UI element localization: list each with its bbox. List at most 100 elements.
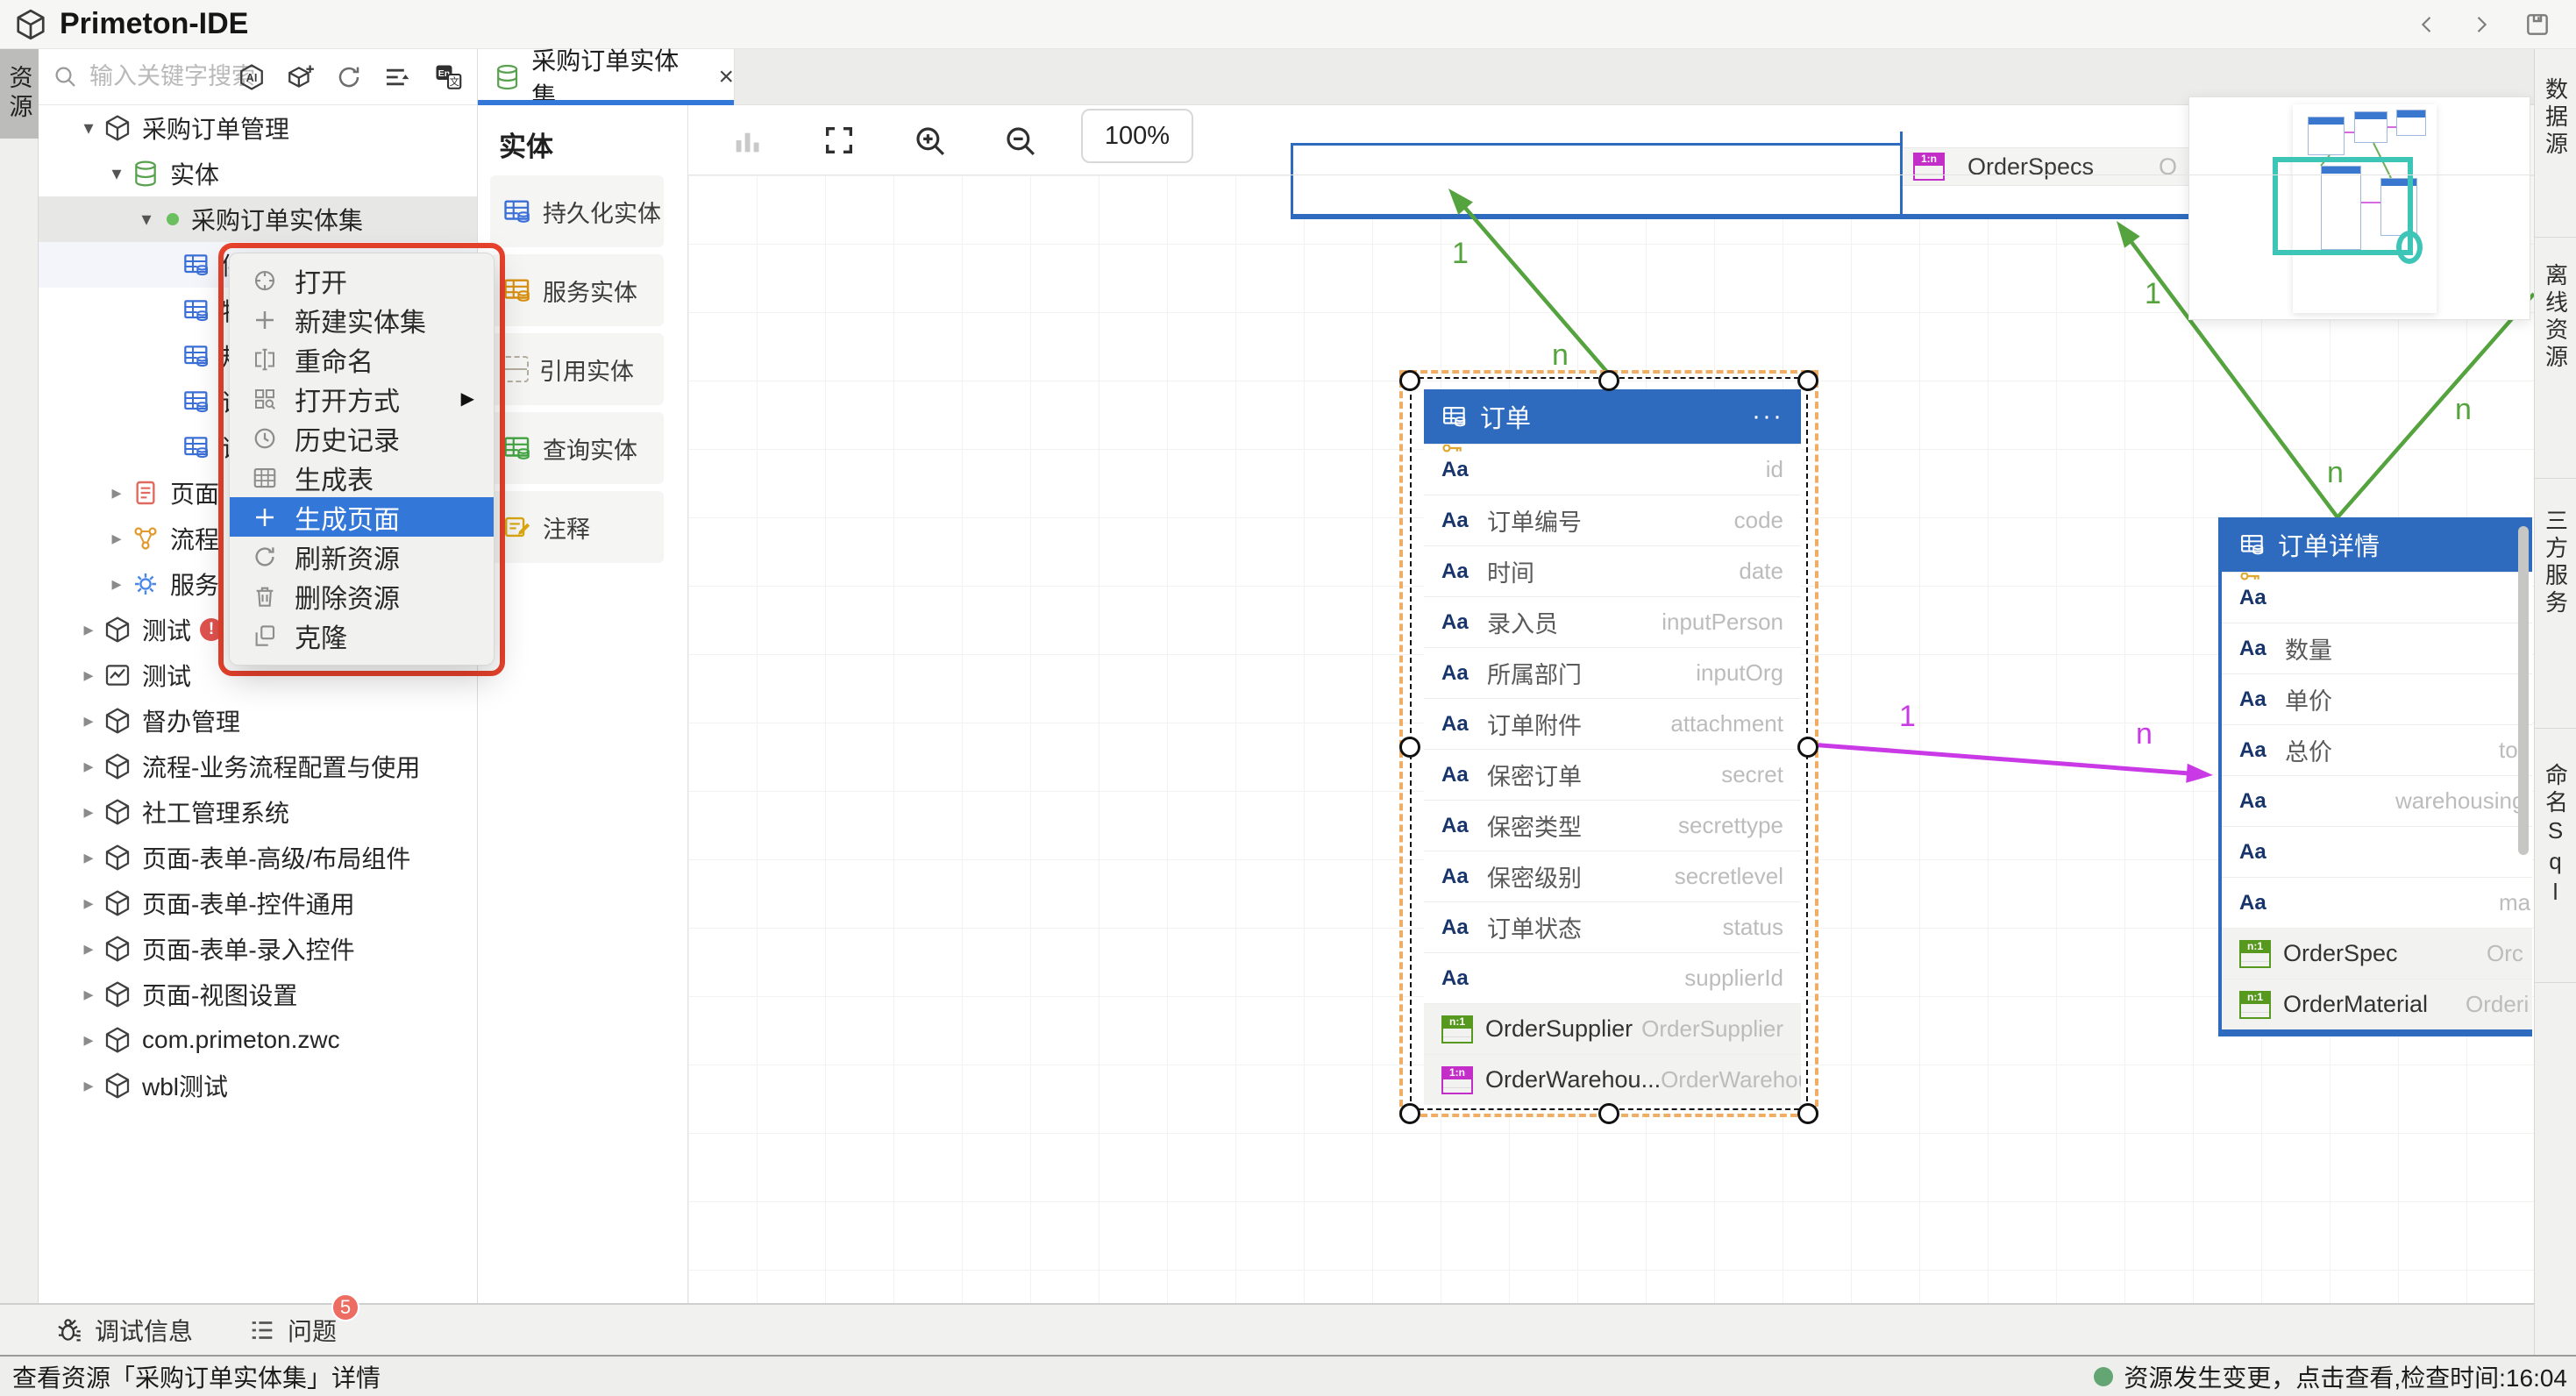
tree-item-view-settings[interactable]: ▸页面-视图设置 [39, 972, 477, 1017]
entity-field-row[interactable]: Aa时间date [1424, 545, 1801, 596]
tree-item-form-advanced[interactable]: ▸页面-表单-高级/布局组件 [39, 835, 477, 880]
entity-field-row[interactable]: Aa订单附件attachment [1424, 698, 1801, 749]
caret-right-icon[interactable]: ▸ [74, 755, 103, 778]
tab-offline-resources[interactable]: 离线资源 [2535, 263, 2576, 372]
menu-item-clone[interactable]: 克隆 [230, 616, 494, 655]
entity-field-row[interactable]: Aa录入员inputPerson [1424, 596, 1801, 647]
new-project-icon[interactable] [286, 62, 316, 92]
entity-relation-row[interactable]: n:1OrderSpecOrc [2222, 928, 2532, 979]
chart-view-icon[interactable] [730, 123, 765, 158]
caret-right-icon[interactable]: ▸ [102, 527, 132, 550]
entity-field-row[interactable]: Aa订单编号code [1424, 495, 1801, 545]
entity-field-row[interactable]: Aa单价 [2222, 673, 2532, 724]
caret-right-icon[interactable]: ▸ [74, 664, 103, 687]
caret-right-icon[interactable]: ▸ [74, 709, 103, 732]
menu-item-open[interactable]: 打开 [230, 260, 494, 300]
resize-handle[interactable] [1399, 737, 1420, 758]
tree-item-form-common[interactable]: ▸页面-表单-控件通用 [39, 880, 477, 926]
minimap-zoom-handle[interactable] [2396, 231, 2423, 264]
caret-right-icon[interactable]: ▸ [74, 1074, 103, 1097]
entity-field-row[interactable]: Aama [2222, 877, 2532, 928]
caret-right-icon[interactable]: ▸ [74, 618, 103, 641]
resize-handle[interactable] [1598, 370, 1619, 391]
entity-field-row[interactable]: Aa [2222, 826, 2532, 877]
close-icon[interactable]: × [718, 62, 734, 92]
resize-handle[interactable] [1797, 370, 1818, 391]
palette-item-reference-entity[interactable]: 引用实体 [490, 333, 664, 405]
tab-named-sql[interactable]: 命名Sql [2535, 763, 2576, 909]
nav-forward-icon[interactable] [2469, 12, 2494, 37]
entity-relation-row[interactable]: n:1OrderSupplierOrderSupplier [1424, 1003, 1801, 1054]
menu-item-new-entityset[interactable]: 新建实体集 [230, 300, 494, 339]
tree-item-supervision[interactable]: ▸督办管理 [39, 698, 477, 744]
save-icon[interactable] [2523, 11, 2551, 39]
resize-handle[interactable] [1598, 1103, 1619, 1124]
caret-down-icon[interactable]: ▾ [74, 117, 103, 139]
entity-header[interactable]: 订单 ··· [1424, 389, 1801, 444]
zoom-out-icon[interactable] [1002, 123, 1039, 160]
palette-item-annotation[interactable]: 注释 [490, 491, 664, 563]
diagram-canvas[interactable]: 1:n OrderSpecs O 1 n 1 n n 1 n [688, 105, 2534, 1355]
entity-order-detail[interactable]: 订单详情 Aa Aa数量 Aa单价 Aa总价to Aawarehousing A… [2218, 517, 2532, 1036]
caret-right-icon[interactable]: ▸ [102, 481, 132, 504]
tree-item-flow-config[interactable]: ▸流程-业务流程配置与使用 [39, 744, 477, 789]
tree-item-com-primeton-zwc[interactable]: ▸com.primeton.zwc [39, 1017, 477, 1063]
menu-item-history[interactable]: 历史记录 [230, 418, 494, 458]
canvas-vertical-scrollbar[interactable] [2518, 526, 2529, 855]
translate-icon[interactable] [431, 61, 465, 93]
tree-item-form-input[interactable]: ▸页面-表单-录入控件 [39, 926, 477, 972]
menu-item-generate-table[interactable]: 生成表 [230, 458, 494, 497]
menu-item-generate-page[interactable]: 生成页面 [230, 497, 494, 537]
tree-item-social-mgmt[interactable]: ▸社工管理系统 [39, 789, 477, 835]
entity-field-row[interactable]: Aa保密订单secret [1424, 749, 1801, 800]
entity-field-row[interactable]: Aa所属部门inputOrg [1424, 647, 1801, 698]
entity-field-row[interactable]: Aaid [1424, 444, 1801, 495]
entity-field-row[interactable]: Aa [2222, 572, 2532, 623]
caret-down-icon[interactable]: ▾ [132, 208, 161, 231]
problems-button[interactable]: 问题 5 [247, 1313, 337, 1348]
fullscreen-icon[interactable] [822, 123, 857, 158]
zoom-in-icon[interactable] [912, 123, 949, 160]
entity-field-row[interactable]: Aa订单状态status [1424, 901, 1801, 952]
caret-right-icon[interactable]: ▸ [74, 846, 103, 869]
tab-purchase-order-entityset[interactable]: 采购订单实体集 × [478, 49, 735, 105]
resize-handle[interactable] [1399, 370, 1420, 391]
resize-handle[interactable] [1797, 1103, 1818, 1124]
entity-header[interactable]: 订单详情 [2222, 517, 2532, 572]
menu-item-rename[interactable]: 重命名 [230, 339, 494, 379]
tab-datasource[interactable]: 数据源 [2535, 77, 2576, 159]
palette-item-query-entity[interactable]: 查询实体 [490, 412, 664, 484]
connection-port[interactable] [1797, 737, 1818, 758]
caret-right-icon[interactable]: ▸ [74, 1029, 103, 1051]
tree-item-purchase-order-entityset[interactable]: ▾采购订单实体集 [39, 196, 477, 242]
caret-right-icon[interactable]: ▸ [74, 801, 103, 823]
caret-right-icon[interactable]: ▸ [74, 892, 103, 915]
entity-field-row[interactable]: Aa数量 [2222, 623, 2532, 673]
zoom-level-field[interactable]: 100% [1081, 109, 1193, 163]
nav-back-icon[interactable] [2415, 12, 2439, 37]
entity-relation-row[interactable]: n:1OrderMaterialOrderi [2222, 979, 2532, 1029]
activity-tab-resources[interactable]: 资源 [0, 49, 39, 139]
caret-right-icon[interactable]: ▸ [102, 573, 132, 595]
tab-third-party-services[interactable]: 三方服务 [2535, 509, 2576, 617]
sort-filter-icon[interactable] [382, 62, 412, 92]
tree-item-purchase-order-mgmt[interactable]: ▾采购订单管理 [39, 105, 477, 151]
caret-right-icon[interactable]: ▸ [74, 983, 103, 1006]
entity-field-row[interactable]: AasupplierId [1424, 952, 1801, 1003]
entity-field-row[interactable]: Aawarehousing [2222, 775, 2532, 826]
entity-relation-row[interactable]: 1:nOrderWarehou...OrderWarehousi... [1424, 1054, 1801, 1105]
refresh-icon[interactable] [335, 63, 363, 91]
menu-item-open-with[interactable]: 打开方式▶ [230, 379, 494, 418]
tree-item-entities[interactable]: ▾实体 [39, 151, 477, 196]
ai-assistant-icon[interactable] [237, 62, 267, 92]
entity-field-row[interactable]: Aa保密类型secrettype [1424, 800, 1801, 851]
menu-item-refresh-resource[interactable]: 刷新资源 [230, 537, 494, 576]
entity-field-row[interactable]: Aa保密级别secretlevel [1424, 851, 1801, 901]
caret-down-icon[interactable]: ▾ [102, 162, 132, 185]
entity-field-row[interactable]: Aa总价to [2222, 724, 2532, 775]
menu-item-delete-resource[interactable]: 删除资源 [230, 576, 494, 616]
resize-handle[interactable] [1399, 1103, 1420, 1124]
palette-item-service-entity[interactable]: 服务实体 [490, 254, 664, 326]
tree-item-wbl-test[interactable]: ▸wbl测试 [39, 1063, 477, 1108]
debug-info-button[interactable]: 调试信息 [54, 1313, 193, 1348]
